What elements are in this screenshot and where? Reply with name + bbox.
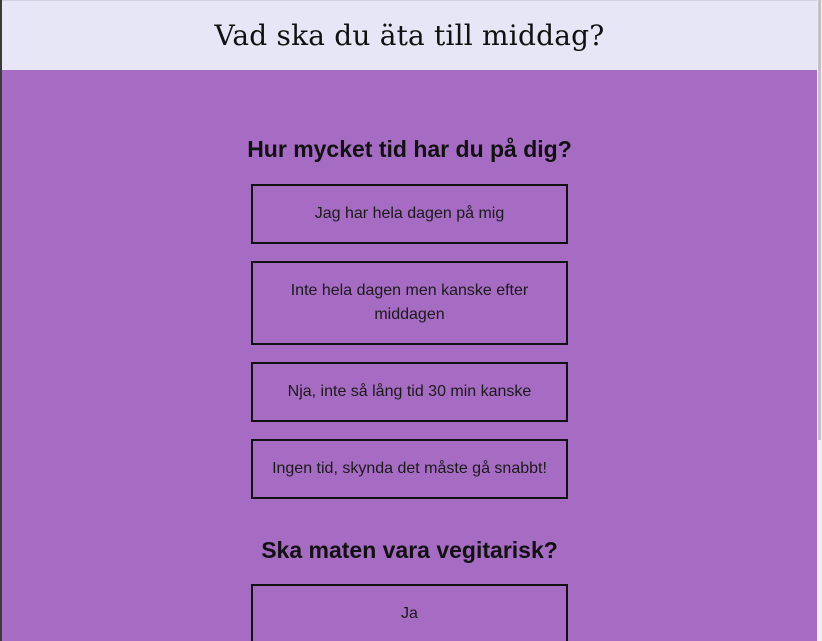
page-header: Vad ska du äta till middag? — [2, 0, 817, 70]
vertical-scrollbar[interactable] — [817, 0, 822, 641]
quiz-page: Vad ska du äta till middag? Hur mycket t… — [2, 0, 817, 641]
answer-options: Jag har hela dagen på mig Inte hela dage… — [247, 184, 572, 499]
answer-option-no-time[interactable]: Ingen tid, skynda det måste gå snabbt! — [250, 439, 568, 499]
page-title: Vad ska du äta till middag? — [214, 19, 605, 52]
answer-option-30-min[interactable]: Nja, inte så lång tid 30 min kanske — [250, 362, 568, 422]
browser-viewport: Vad ska du äta till middag? Hur mycket t… — [0, 0, 822, 641]
answer-option-yes[interactable]: Ja — [251, 584, 568, 641]
question-vegetarian: Ska maten vara vegitarisk? Ja — [251, 499, 568, 641]
quiz-content: Hur mycket tid har du på dig? Jag har he… — [2, 70, 817, 641]
question-title: Ska maten vara vegitarisk? — [261, 537, 558, 563]
question-time: Hur mycket tid har du på dig? Jag har he… — [247, 70, 572, 499]
answer-options: Ja — [251, 584, 568, 641]
scrollbar-thumb[interactable] — [818, 0, 821, 440]
answer-option-all-day[interactable]: Jag har hela dagen på mig — [250, 184, 568, 244]
answer-option-after-dinner[interactable]: Inte hela dagen men kanske efter middage… — [250, 261, 568, 345]
question-title: Hur mycket tid har du på dig? — [247, 136, 572, 162]
